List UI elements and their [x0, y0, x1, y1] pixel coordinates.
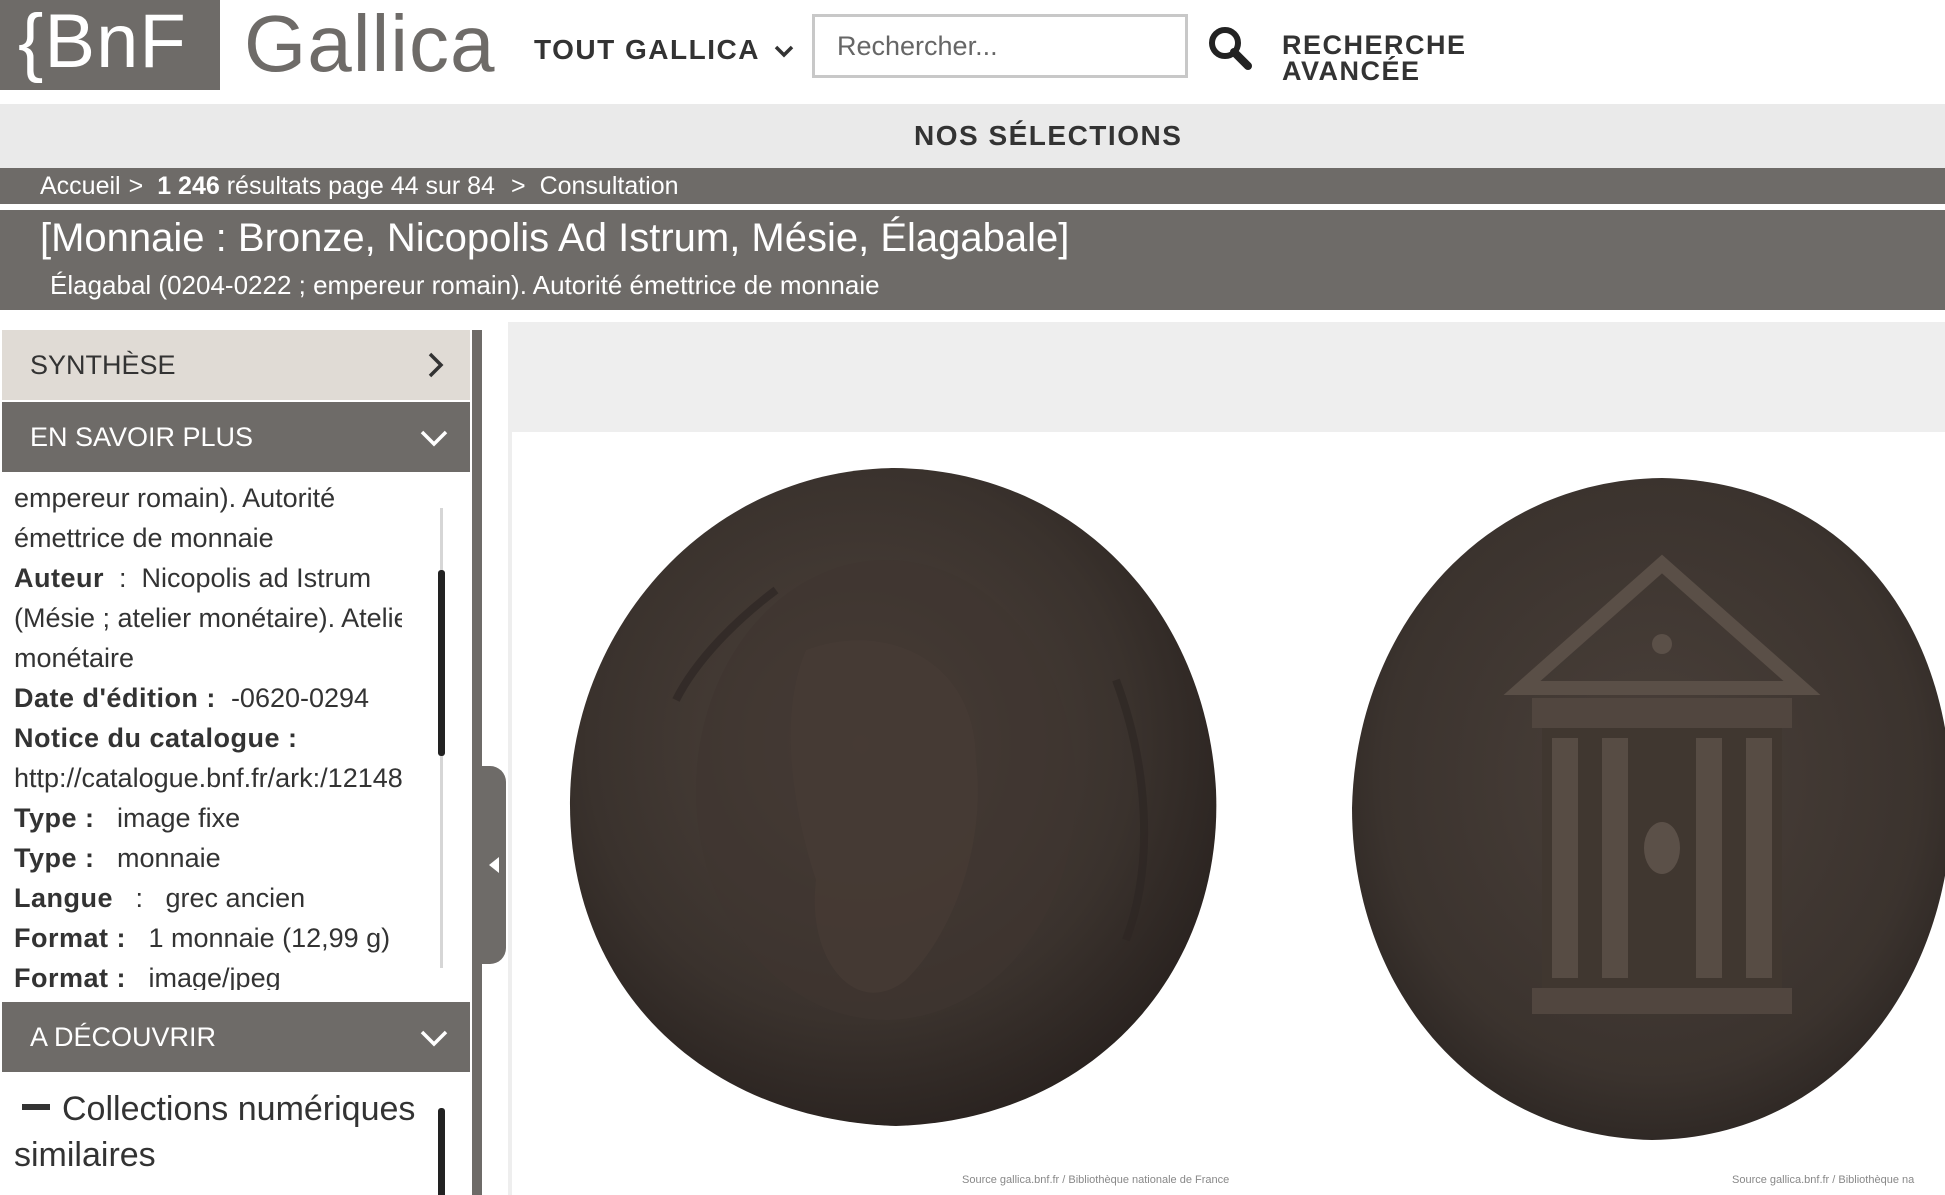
breadcrumb-current: Consultation — [539, 172, 679, 200]
results-text: résultats page 44 sur 84 — [226, 172, 495, 200]
breadcrumb-separator: > — [128, 172, 144, 200]
meta-label: Format : — [14, 963, 126, 990]
a-decouvrir-label: A DÉCOUVRIR — [30, 1022, 217, 1052]
synthese-accordion[interactable]: SYNTHÈSE — [2, 330, 470, 400]
meta-label: Langue — [14, 883, 114, 913]
gallica-logo[interactable]: Gallica — [244, 2, 496, 86]
meta-label: Type : — [14, 843, 95, 873]
meta-type: Type : image fixe — [14, 798, 402, 838]
chevron-down-icon — [420, 1030, 448, 1047]
breadcrumb-results[interactable]: 1 246 résultats page 44 sur 84 — [157, 172, 503, 200]
collections-similaires[interactable]: Collections numériques similaires — [14, 1086, 434, 1178]
meta-value: grec ancien — [165, 883, 306, 913]
metadata-scrollbar-thumb[interactable] — [438, 570, 445, 756]
chevron-down-icon[interactable] — [772, 36, 796, 66]
site-header: {BnF Gallica TOUT GALLICA RECHERCHE AVAN… — [0, 0, 1945, 104]
chevron-down-icon — [420, 430, 448, 447]
advanced-search-line2: AVANCÉE — [1282, 56, 1421, 86]
document-title: [Monnaie : Bronze, Nicopolis Ad Istrum, … — [40, 216, 1070, 260]
meta-line[interactable]: monétaire — [14, 638, 402, 678]
sidebar-divider — [472, 330, 482, 1195]
meta-date: Date d'édition : -0620-0294 — [14, 678, 402, 718]
document-subtitle: Élagabal (0204-0222 ; empereur romain). … — [50, 270, 880, 300]
selections-bar: NOS SÉLECTIONS — [0, 104, 1945, 168]
meta-value: 1 monnaie (12,99 g) — [148, 923, 391, 953]
breadcrumb: Accueil >1 246 résultats page 44 sur 84 > C… — [0, 168, 1945, 204]
collections-title: Collections numériques similaires — [14, 1090, 416, 1174]
caret-left-icon — [489, 857, 499, 873]
meta-label: Auteur — [14, 563, 104, 593]
metadata-panel: empereur romain). Autorité émettrice de … — [14, 478, 402, 990]
bnf-logo[interactable]: {BnF — [0, 0, 220, 90]
search-input[interactable] — [812, 14, 1188, 78]
meta-line[interactable]: (Mésie ; atelier monétaire). Atelier — [14, 598, 402, 638]
search-scope-select[interactable]: TOUT GALLICA — [534, 34, 760, 66]
coin-obverse-image[interactable] — [556, 460, 1232, 1136]
advanced-search-line1: RECHERCHE — [1282, 30, 1467, 60]
meta-line: émettrice de monnaie — [14, 523, 274, 553]
a-decouvrir-accordion[interactable]: A DÉCOUVRIR — [2, 1002, 470, 1072]
source-credit: Source gallica.bnf.fr / Bibliothèque na — [1732, 1174, 1915, 1186]
meta-label: Notice du catalogue : — [14, 723, 298, 753]
meta-value: image/jpeg — [148, 963, 281, 990]
meta-value-link[interactable]: Nicopolis ad Istrum — [142, 563, 372, 593]
meta-format: Format : 1 monnaie (12,99 g) — [14, 918, 402, 958]
advanced-search-link[interactable]: RECHERCHE AVANCÉE — [1282, 30, 1482, 86]
breadcrumb-separator: > — [510, 172, 526, 200]
search-icon[interactable] — [1206, 24, 1254, 72]
minus-icon[interactable] — [22, 1104, 50, 1111]
meta-type: Type : monnaie — [14, 838, 402, 878]
source-credit: Source gallica.bnf.fr / Bibliothèque nat… — [962, 1174, 1230, 1186]
meta-label: Format : — [14, 923, 126, 953]
chevron-right-icon — [428, 352, 444, 378]
en-savoir-plus-accordion[interactable]: EN SAVOIR PLUS — [2, 402, 470, 472]
viewer-canvas[interactable]: Source gallica.bnf.fr / Bibliothèque nat… — [512, 432, 1945, 1195]
meta-value: monnaie — [117, 843, 221, 873]
meta-line: empereur romain). Autorité — [14, 483, 336, 513]
synthese-label: SYNTHÈSE — [30, 350, 176, 380]
breadcrumb-home[interactable]: Accueil — [40, 172, 121, 200]
results-count: 1 246 — [157, 172, 220, 200]
meta-value: -0620-0294 — [230, 683, 370, 713]
meta-auteur: Auteur : Nicopolis ad Istrum — [14, 563, 372, 593]
document-header: [Monnaie : Bronze, Nicopolis Ad Istrum, … — [0, 210, 1945, 310]
collections-scrollbar-thumb[interactable] — [438, 1108, 445, 1195]
meta-label: Date d'édition : — [14, 683, 216, 713]
meta-notice: Notice du catalogue : — [14, 718, 402, 758]
meta-value: image fixe — [117, 803, 241, 833]
sidebar-collapse-button[interactable] — [482, 766, 506, 964]
nav-selections-link[interactable]: NOS SÉLECTIONS — [914, 120, 1182, 152]
meta-format: Format : image/jpeg — [14, 958, 402, 990]
catalogue-link[interactable]: http://catalogue.bnf.fr/ark:/12148/c — [14, 758, 402, 798]
coin-reverse-image[interactable] — [1332, 468, 1945, 1148]
en-savoir-plus-label: EN SAVOIR PLUS — [30, 422, 254, 452]
meta-langue: Langue : grec ancien — [14, 883, 306, 913]
meta-label: Type : — [14, 803, 95, 833]
